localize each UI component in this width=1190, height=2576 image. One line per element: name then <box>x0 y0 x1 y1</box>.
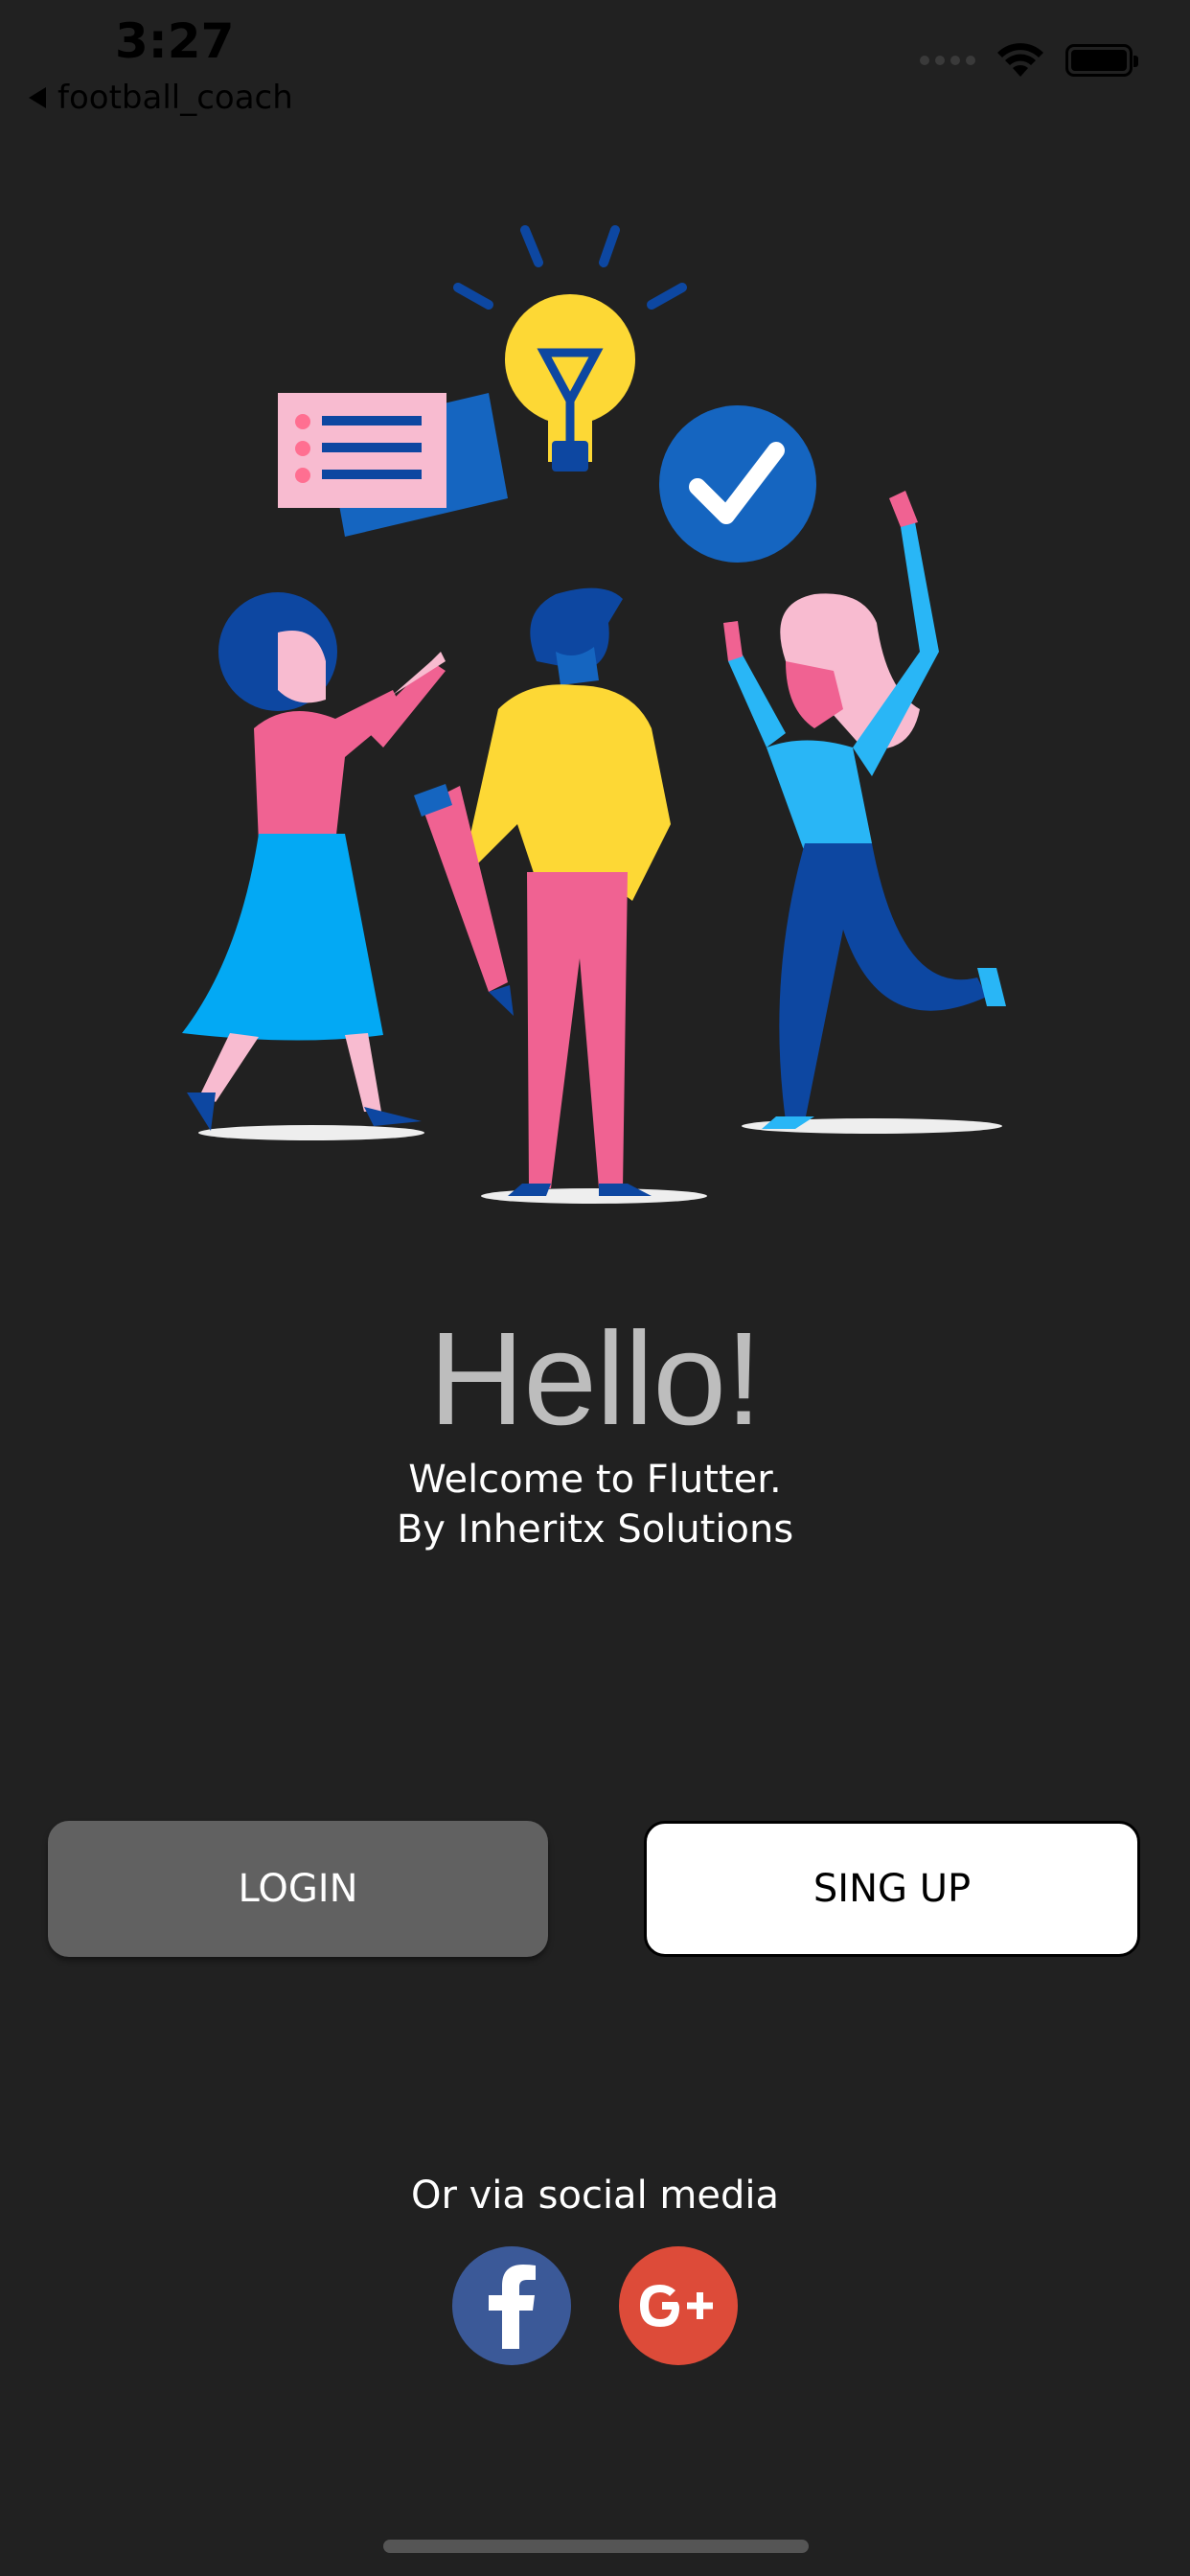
wifi-icon <box>997 43 1043 77</box>
man-center-figure <box>414 587 671 1196</box>
social-media-label: Or via social media <box>410 2174 779 2218</box>
google-plus-icon <box>640 2285 713 2327</box>
battery-icon <box>1065 44 1138 77</box>
facebook-icon <box>489 2265 536 2349</box>
cellular-signal-icon <box>920 56 975 65</box>
back-to-app-link[interactable]: football_coach <box>29 79 293 117</box>
home-indicator[interactable] <box>383 2540 809 2553</box>
document-icon <box>278 393 508 537</box>
login-button[interactable]: LOGIN <box>48 1821 548 1957</box>
back-arrow-icon <box>29 87 46 108</box>
facebook-login-button[interactable] <box>452 2246 571 2365</box>
lightbulb-icon <box>505 294 635 472</box>
page-title: Hello! <box>428 1305 763 1453</box>
checkmark-icon <box>659 405 816 563</box>
company-line: By Inheritx Solutions <box>396 1507 794 1552</box>
signup-button[interactable]: SING UP <box>644 1821 1140 1957</box>
welcome-subtitle: Welcome to Flutter. By Inheritx Solution… <box>0 1455 1190 1554</box>
team-illustration <box>182 225 1006 1204</box>
woman-right-figure <box>723 491 1006 1129</box>
lightbulb-rays <box>453 225 687 310</box>
google-plus-login-button[interactable] <box>619 2246 738 2365</box>
back-app-label: football_coach <box>57 79 293 117</box>
woman-left-figure <box>182 592 446 1131</box>
welcome-screen: 3:27 football_coach Hello! Welcome to Fl… <box>0 0 1190 2576</box>
status-time: 3:27 <box>115 13 235 69</box>
status-icons <box>920 42 1138 79</box>
welcome-line: Welcome to Flutter. <box>408 1458 782 1502</box>
